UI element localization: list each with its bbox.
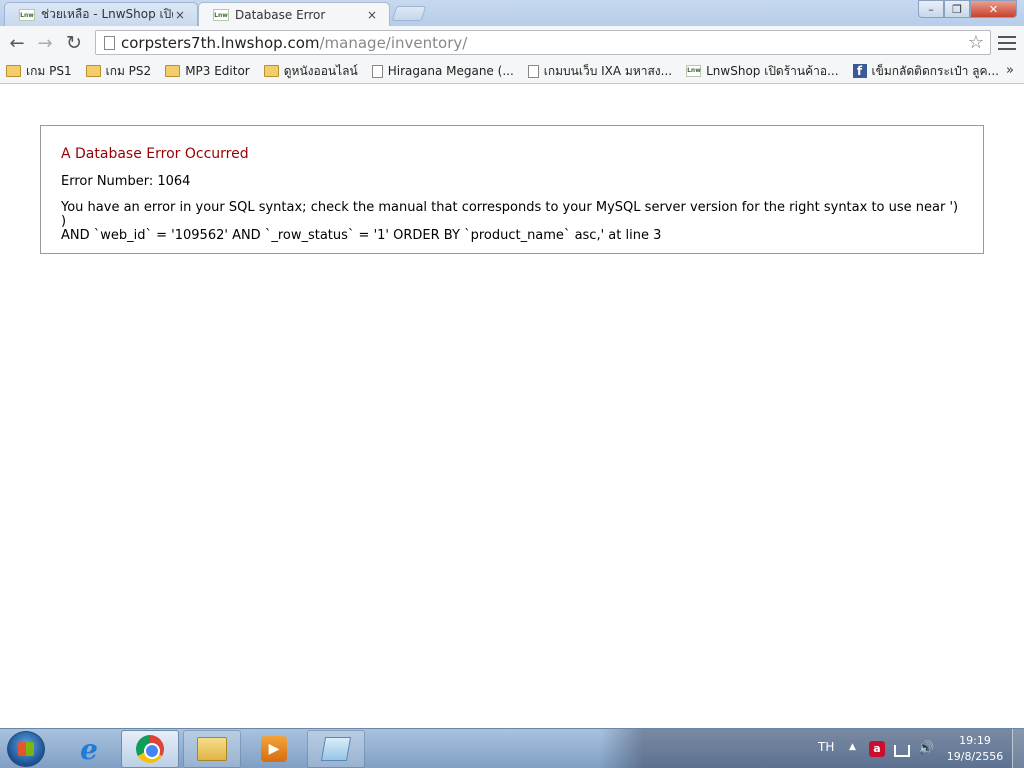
page-content: A Database Error Occurred Error Number: …	[0, 85, 1024, 728]
url-host: corpsters7th.lnwshop.com	[121, 33, 320, 52]
windows-taskbar: e ▶ TH ▲ a 🔊 19:19 19/8/2556	[0, 728, 1024, 768]
folder-library-icon	[197, 737, 227, 761]
bookmark-folder-ps2[interactable]: เกม PS2	[85, 62, 152, 81]
page-icon	[371, 64, 383, 78]
system-clock[interactable]: 19:19 19/8/2556	[944, 733, 1006, 765]
tab-label: ช่วยเหลือ - LnwShop เปิดร้า	[41, 7, 173, 21]
notes-icon	[320, 737, 352, 761]
bookmark-label: เข็มกลัดติดกระเป๋า ลูค...	[871, 63, 999, 78]
chrome-menu-icon[interactable]	[998, 34, 1016, 52]
taskbar-notes[interactable]	[307, 730, 365, 768]
bookmark-label: ดูหนังออนไลน์	[283, 63, 358, 78]
bookmark-label: เกม PS1	[26, 63, 72, 78]
reload-button[interactable]: ↻	[63, 32, 85, 54]
tab-database-error[interactable]: Lnw Database Error ×	[198, 2, 390, 26]
bookmark-label: Hiragana Megane (...	[387, 64, 514, 78]
antivirus-tray-icon[interactable]: a	[869, 741, 885, 757]
page-icon	[104, 35, 115, 50]
lnw-favicon: Lnw	[213, 8, 229, 21]
error-title: A Database Error Occurred	[61, 146, 249, 162]
error-message-line-1: You have an error in your SQL syntax; ch…	[61, 200, 959, 229]
show-desktop-button[interactable]	[1012, 729, 1024, 768]
tab-label: Database Error	[235, 7, 326, 22]
show-hidden-icons-icon[interactable]: ▲	[849, 742, 856, 752]
minimize-button[interactable]: –	[918, 0, 944, 18]
tab-close-icon[interactable]: ×	[173, 8, 187, 22]
close-window-button[interactable]: ✕	[970, 0, 1017, 18]
error-message-line-2: AND `web_id` = '109562' AND `_row_status…	[61, 228, 662, 243]
browser-toolbar: ← → ↻ corpsters7th.lnwshop.com /manage/i…	[0, 26, 1024, 59]
back-button[interactable]: ←	[6, 32, 28, 54]
folder-icon	[263, 65, 279, 77]
tab-close-icon[interactable]: ×	[365, 8, 379, 22]
facebook-icon: f	[852, 64, 867, 78]
forward-button[interactable]: →	[34, 32, 56, 54]
bookmark-folder-ps1[interactable]: เกม PS1	[6, 62, 72, 81]
new-tab-button[interactable]	[391, 6, 427, 21]
media-player-icon: ▶	[261, 736, 287, 762]
lnw-favicon: Lnw	[19, 8, 35, 21]
bookmarks-overflow-button[interactable]: »	[1006, 63, 1014, 78]
folder-icon	[165, 65, 181, 77]
bookmark-ixa-game[interactable]: เกมบนเว็บ IXA มหาสง...	[527, 62, 673, 81]
bookmark-label: MP3 Editor	[185, 64, 250, 78]
bookmark-label: เกม PS2	[105, 63, 152, 78]
taskbar-media-player[interactable]: ▶	[245, 730, 303, 768]
bookmark-facebook-page[interactable]: f เข็มกลัดติดกระเป๋า ลูค...	[852, 62, 999, 81]
url-path: /manage/inventory/	[319, 33, 468, 52]
error-number: Error Number: 1064	[61, 174, 191, 189]
folder-icon	[85, 65, 101, 77]
folder-icon	[6, 65, 21, 77]
bookmark-folder-movies[interactable]: ดูหนังออนไลน์	[263, 62, 358, 81]
bookmark-label: เกมบนเว็บ IXA มหาสง...	[543, 63, 673, 78]
tab-help[interactable]: Lnw ช่วยเหลือ - LnwShop เปิดร้า ×	[4, 2, 198, 26]
bookmark-star-icon[interactable]: ☆	[968, 32, 984, 53]
bookmark-hiragana-megane[interactable]: Hiragana Megane (...	[371, 64, 514, 78]
chrome-icon	[136, 735, 164, 763]
address-bar[interactable]: corpsters7th.lnwshop.com /manage/invento…	[95, 30, 991, 55]
bookmark-label: LnwShop เปิดร้านค้าอ...	[706, 63, 839, 78]
start-button[interactable]	[7, 731, 45, 767]
language-indicator[interactable]: TH	[818, 740, 834, 754]
bookmark-folder-mp3-editor[interactable]: MP3 Editor	[165, 64, 250, 78]
clock-date: 19/8/2556	[946, 750, 1004, 763]
error-container: A Database Error Occurred Error Number: …	[40, 125, 984, 254]
lnw-icon: Lnw	[686, 65, 702, 77]
browser-titlebar: Lnw ช่วยเหลือ - LnwShop เปิดร้า × Lnw Da…	[0, 0, 1024, 26]
page-icon	[527, 64, 539, 78]
bookmark-lnwshop[interactable]: Lnw LnwShop เปิดร้านค้าอ...	[686, 62, 839, 81]
maximize-button[interactable]: ❐	[944, 0, 970, 18]
taskbar-internet-explorer[interactable]: e	[60, 730, 118, 768]
network-icon[interactable]	[894, 745, 910, 757]
bookmarks-bar: เกม PS1 เกม PS2 MP3 Editor ดูหนังออนไลน์…	[0, 59, 1024, 84]
taskbar-windows-explorer[interactable]	[183, 730, 241, 768]
taskbar-chrome[interactable]	[121, 730, 179, 768]
volume-icon[interactable]: 🔊	[918, 741, 934, 757]
internet-explorer-icon: e	[80, 732, 98, 766]
error-message: You have an error in your SQL syntax; ch…	[61, 201, 963, 243]
clock-time: 19:19	[959, 734, 991, 747]
